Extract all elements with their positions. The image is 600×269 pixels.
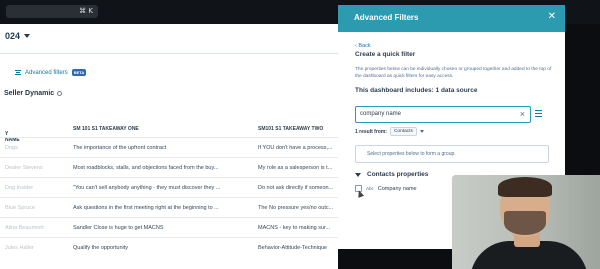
webcam-overlay	[452, 175, 600, 269]
keyboard-shortcut: ⌘ K	[79, 7, 93, 15]
table-row[interactable]: Blue Spruce Ask questions in the first m…	[0, 197, 338, 217]
advanced-filters-button[interactable]: Advanced filters BETA	[15, 69, 87, 76]
panel-header: Advanced Filters ✕	[338, 5, 565, 32]
property-search-input[interactable]: company name ×	[355, 106, 531, 123]
table-row[interactable]: Dog Insider "You can't sell anybody anyt…	[0, 177, 338, 197]
result-summary: 1 result from: Contacts	[355, 127, 424, 136]
cell-takeaway-two: The No pressure yes/no outc...	[258, 205, 334, 211]
dashboard-title[interactable]: 024	[5, 31, 20, 41]
clear-search-icon[interactable]: ×	[520, 109, 525, 119]
cell-takeaway-one: "You can't sell anybody anything - they …	[73, 185, 221, 191]
cell-takeaway-two: Do not ask directly if someon...	[258, 185, 334, 191]
advanced-filters-label: Advanced filters	[25, 69, 68, 76]
table-row[interactable]: Dealer Stevens Most roadblocks, stalls, …	[0, 157, 338, 177]
cell-takeaway-two: Behavior-Attitude-Technique	[258, 245, 328, 251]
cell-takeaway-one: The importance of the upfront contract	[73, 145, 167, 151]
report-title: Seller Dynamic	[4, 90, 63, 97]
column-header-takeaway-one[interactable]: SM 101 S1 TAKEAWAY ONE	[73, 126, 139, 132]
back-label: Back	[358, 43, 371, 49]
property-label: Company name	[377, 185, 417, 192]
panel-heading: Create a quick filter	[355, 51, 416, 58]
global-search-bar[interactable]: ⌘ K	[6, 5, 98, 18]
property-group-toggle[interactable]: Contacts properties	[355, 171, 428, 178]
filter-icon	[15, 70, 21, 75]
chevron-down-icon[interactable]	[24, 34, 30, 38]
panel-description: The properties below can be individually…	[355, 67, 552, 79]
info-icon[interactable]	[57, 90, 63, 96]
group-label: Contacts properties	[367, 171, 429, 178]
table-row[interactable]: Alina Beaumont Sandler Close is huge to …	[0, 217, 338, 237]
cell-takeaway-two: MACNS - key to making sur...	[258, 225, 331, 231]
property-option-company-name[interactable]: Abc Company name	[355, 185, 417, 192]
cell-name: Dog Insider	[5, 185, 34, 191]
cell-name: Alina Beaumont	[5, 225, 44, 231]
column-header-takeaway-two[interactable]: SM101 S1 TAKEAWAY TWO	[258, 126, 323, 132]
table-row[interactable]: Dogs The importance of the upfront contr…	[0, 137, 338, 157]
cell-takeaway-one: Qualify the opportunity	[73, 245, 129, 251]
beta-badge: BETA	[71, 69, 87, 76]
settings-list-icon[interactable]	[535, 110, 542, 117]
back-link[interactable]: ‹ Back	[355, 43, 371, 49]
divider	[0, 53, 338, 54]
cell-takeaway-one: Sandler Close is huge to get MACNS	[73, 225, 164, 231]
group-drop-area[interactable]: Select properties below to form a group.	[355, 145, 549, 163]
close-icon[interactable]: ✕	[548, 11, 556, 22]
cell-name: Dogs	[5, 145, 18, 151]
result-count: 1 result from:	[355, 128, 387, 135]
chevron-down-icon	[355, 172, 361, 177]
report-title-text: Seller Dynamic	[4, 90, 55, 97]
group-placeholder: Select properties below to form a group.	[367, 151, 456, 157]
chevron-down-icon[interactable]	[419, 130, 424, 133]
data-source-count: This dashboard includes: 1 data source	[355, 87, 478, 94]
cell-takeaway-one: Ask questions in the first meeting right…	[73, 205, 219, 211]
text-type-icon: Abc	[366, 186, 374, 191]
cell-name: Blue Spruce	[5, 205, 35, 211]
cell-takeaway-two: If YOU don't have a process,...	[258, 145, 333, 151]
cell-takeaway-two: My role as a salesperson is t...	[258, 165, 333, 171]
dashboard-page: 024 Advanced filters BETA Seller Dynamic…	[0, 24, 338, 269]
table-row[interactable]: Jules Haller Qualify the opportunity Beh…	[0, 237, 338, 257]
panel-title: Advanced Filters	[354, 13, 419, 22]
cell-takeaway-one: Most roadblocks, stalls, and objections …	[73, 165, 219, 171]
object-filter-chip[interactable]: Contacts	[389, 127, 417, 136]
table-header: Y NAME ↑ SM 101 S1 TAKEAWAY ONE SM101 S1…	[5, 126, 324, 143]
search-value: company name	[360, 111, 402, 117]
cell-name: Jules Haller	[5, 245, 34, 251]
cell-name: Dealer Stevens	[5, 165, 43, 171]
